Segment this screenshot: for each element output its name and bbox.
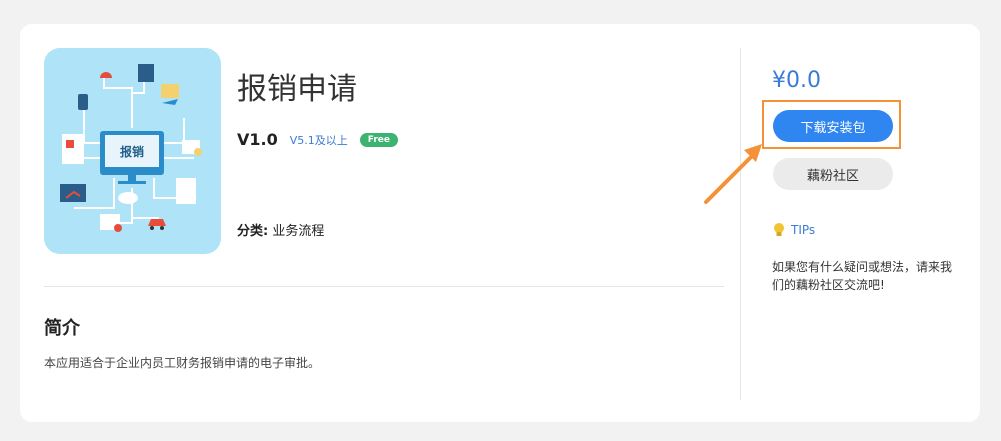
price: ¥0.0 bbox=[772, 68, 821, 93]
tips-header: TIPs bbox=[773, 222, 815, 238]
intro-text: 本应用适合于企业内员工财务报销申请的电子审批。 bbox=[44, 356, 321, 370]
free-badge: Free bbox=[359, 132, 398, 147]
app-title: 报销申请 bbox=[237, 72, 357, 107]
version-label: V1.0 bbox=[237, 130, 278, 149]
category-row: 分类: 业务流程 bbox=[237, 220, 324, 239]
divider bbox=[44, 286, 724, 287]
intro-title: 简介 bbox=[44, 318, 80, 339]
arrow-icon bbox=[704, 144, 762, 204]
community-button[interactable]: 藕粉社区 bbox=[773, 158, 893, 190]
app-icon: 报销 bbox=[44, 48, 221, 254]
app-icon-label: 报销 bbox=[120, 144, 144, 159]
tips-text: 如果您有什么疑问或想法，请来我们的藕粉社区交流吧! bbox=[772, 260, 953, 292]
app-detail-card: 报销 报销申请 V1.0 V5.1及以上 Free 分类: 业务流程 简介 本应… bbox=[20, 24, 980, 422]
vertical-divider bbox=[740, 48, 741, 400]
lightbulb-icon bbox=[774, 223, 784, 236]
category-value: 业务流程 bbox=[272, 224, 325, 239]
version-row: V1.0 V5.1及以上 Free bbox=[237, 130, 398, 149]
highlight-box bbox=[762, 100, 901, 149]
tips-label[interactable]: TIPs bbox=[791, 223, 815, 237]
category-label: 分类: bbox=[237, 224, 269, 239]
compat-label: V5.1及以上 bbox=[289, 133, 348, 147]
